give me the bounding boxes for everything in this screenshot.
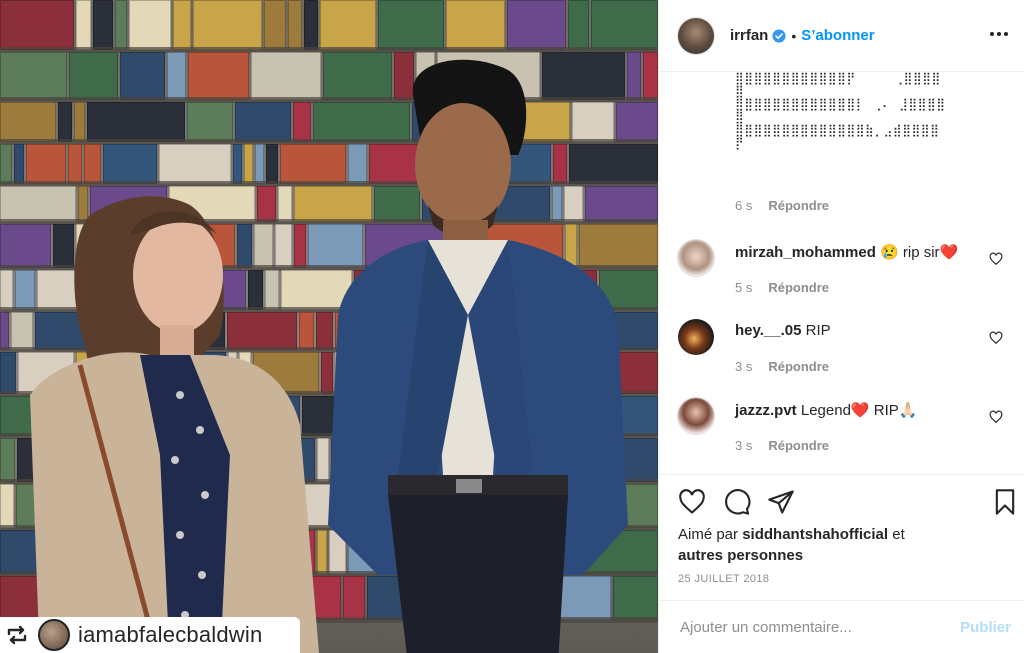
commenter-username[interactable]: jazzz.pvt [735, 402, 797, 419]
comment-text: mirzah_mohammed 😢 rip sir❤️ [735, 243, 958, 261]
comment-time: 3 s [735, 359, 753, 374]
like-comment-heart-icon[interactable] [989, 331, 1003, 345]
reply-button[interactable]: Répondre [768, 359, 829, 374]
commenter-username[interactable]: mirzah_mohammed [735, 244, 876, 261]
woman-figure [30, 196, 319, 653]
repost-attribution[interactable]: iamabfalecbaldwin [0, 617, 300, 653]
post-header: irrfan • S’abonner [659, 0, 1024, 72]
commenter-username[interactable]: hey.__.05 [735, 322, 801, 339]
repost-avatar[interactable] [38, 619, 70, 651]
comment-time: 5 s [735, 280, 753, 295]
header-separator: • [791, 27, 797, 44]
more-options-icon[interactable] [987, 22, 1011, 46]
like-comment-heart-icon[interactable] [989, 410, 1003, 424]
comment-input[interactable] [678, 617, 955, 637]
post-actions-bar [659, 474, 1024, 525]
comment-time: 3 s [735, 438, 753, 453]
post-side-panel: irrfan • S’abonner ⣿⣿⣿⣿⣿⣿⣿⣿⣿⣿⣿⣿⡟ ⢀⣿⣿⣿⣿ ⣿… [658, 0, 1024, 653]
comment-meta: 5 s Répondre [735, 280, 829, 295]
man-figure [328, 59, 628, 653]
comment-text: hey.__.05 RIP [735, 322, 831, 339]
post-photo[interactable]: iamabfalecbaldwin [0, 0, 658, 653]
comment-meta: 3 s Répondre [735, 359, 829, 374]
author-username[interactable]: irrfan [730, 27, 768, 44]
share-send-icon[interactable] [767, 488, 795, 516]
likes-others-link[interactable]: autres personnes [678, 547, 803, 564]
comment-body: Legend❤️ RIP🙏🏻 [800, 402, 918, 419]
comment-time: 6 s [735, 198, 753, 213]
reply-button[interactable]: Répondre [768, 438, 829, 453]
liker-username[interactable]: siddhantshahofficial [742, 526, 888, 543]
commenter-avatar[interactable] [678, 240, 714, 276]
save-bookmark-icon[interactable] [991, 488, 1019, 516]
commenter-avatar[interactable] [678, 319, 714, 355]
commenter-avatar[interactable] [678, 398, 714, 434]
follow-button[interactable]: S’abonner [801, 27, 874, 44]
comment-body: 😢 rip sir❤️ [880, 244, 959, 261]
ascii-art-comment: ⣿⣿⣿⣿⣿⣿⣿⣿⣿⣿⣿⣿⡟ ⢀⣿⣿⣿⣿ ⣿ ⣿⣿⣿⣿⣿⣿⣿⣿⣿⣿⣿⣿⣿⡇ ⢀⠄ … [735, 72, 946, 150]
likes-summary: Aimé par siddhantshahofficial et autres … [678, 524, 1008, 566]
publish-button[interactable]: Publier [954, 618, 1017, 637]
likes-prefix: Aimé par [678, 526, 743, 543]
verified-badge-icon [772, 28, 786, 43]
comment-meta: 6 s Répondre [735, 198, 829, 213]
comment-meta: 3 s Répondre [735, 438, 829, 453]
comment-bubble-icon[interactable] [723, 488, 751, 516]
post-date: 25 JUILLET 2018 [678, 573, 770, 585]
like-heart-icon[interactable] [678, 488, 706, 516]
author-avatar[interactable] [678, 17, 714, 54]
repost-icon [4, 622, 30, 648]
comments-list[interactable]: ⣿⣿⣿⣿⣿⣿⣿⣿⣿⣿⣿⣿⡟ ⢀⣿⣿⣿⣿ ⣿ ⣿⣿⣿⣿⣿⣿⣿⣿⣿⣿⣿⣿⣿⡇ ⢀⠄ … [659, 72, 1024, 474]
reply-button[interactable]: Répondre [768, 280, 829, 295]
add-comment-bar: Publier [659, 600, 1024, 653]
repost-username[interactable]: iamabfalecbaldwin [78, 622, 262, 648]
likes-suffix: et [888, 526, 905, 543]
comment-text: jazzz.pvt Legend❤️ RIP🙏🏻 [735, 401, 917, 419]
reply-button[interactable]: Répondre [768, 198, 829, 213]
comment-body: RIP [805, 322, 831, 339]
like-comment-heart-icon[interactable] [989, 252, 1003, 266]
